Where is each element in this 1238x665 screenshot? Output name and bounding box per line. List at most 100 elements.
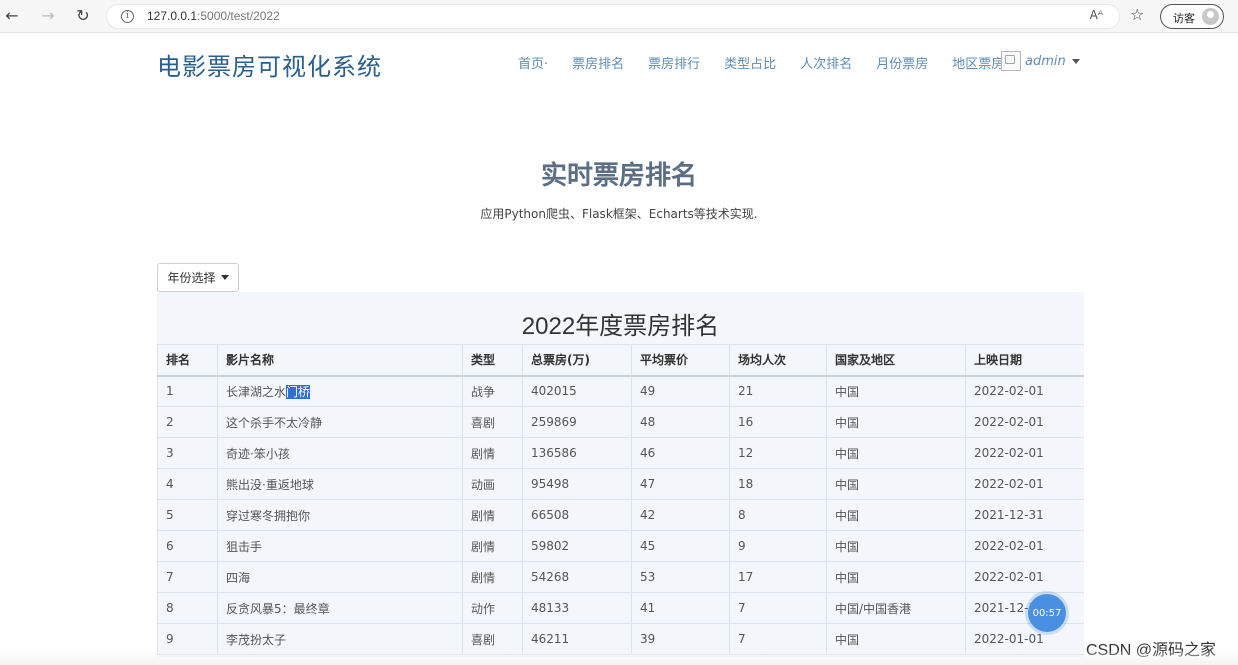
nav-region-box-office[interactable]: 地区票房 xyxy=(952,53,1004,72)
table-cell: 2022-02-01 xyxy=(965,468,1084,500)
url-text: 127.0.0.1:5000/test/2022 xyxy=(147,9,280,23)
table-cell: 46 xyxy=(631,437,730,469)
site-title[interactable]: 电影票房可视化系统 xyxy=(157,47,382,82)
refresh-icon[interactable]: ↻ xyxy=(73,6,93,26)
col-genre-header: 类型 xyxy=(462,344,523,376)
back-arrow-icon[interactable]: ← xyxy=(2,6,22,26)
table-cell: 2022-02-01 xyxy=(965,437,1084,469)
user-name: admin xyxy=(1025,53,1066,69)
table-header-row: 排名 影片名称 类型 总票房(万) 平均票价 场均人次 国家及地区 上映日期 xyxy=(157,344,1084,376)
nav-attendance-rank[interactable]: 人次排名 xyxy=(800,53,852,72)
table-cell: 剧情 xyxy=(462,561,523,593)
table-row: 4 熊出没·重返地球 动画 95498 47 18 中国 2022-02-01 xyxy=(157,468,1084,500)
avatar-icon xyxy=(1202,8,1219,25)
table-cell: 动作 xyxy=(462,592,523,624)
table-cell: 2022-02-01 xyxy=(965,530,1084,562)
table-cell: 12 xyxy=(729,437,827,469)
table-cell: 4 xyxy=(157,468,218,500)
nav-box-office-rank[interactable]: 票房排名 xyxy=(572,53,624,72)
col-avg-attendance-header: 场均人次 xyxy=(729,344,827,376)
col-title-header: 影片名称 xyxy=(217,344,463,376)
table-cell: 2 xyxy=(157,406,218,438)
table-cell: 长津湖之水门桥 xyxy=(217,375,463,407)
nav-genre-share[interactable]: 类型占比 xyxy=(724,53,776,72)
year-select-dropdown[interactable]: 年份选择 xyxy=(157,263,239,292)
caret-down-icon xyxy=(1071,58,1080,64)
table-cell: 17 xyxy=(729,561,827,593)
table-cell: 7 xyxy=(729,592,827,624)
table-cell: 53 xyxy=(631,561,730,593)
ranking-table: 排名 影片名称 类型 总票房(万) 平均票价 场均人次 国家及地区 上映日期 1… xyxy=(157,344,1084,655)
table-cell: 136586 xyxy=(522,437,632,469)
bottom-fade xyxy=(0,650,1238,665)
table-cell: 剧情 xyxy=(462,499,523,531)
table-row: 8 反贪风暴5：最终章 动作 48133 41 7 中国/中国香港 2021-12-3 xyxy=(157,592,1084,624)
table-cell: 2022-02-01 xyxy=(965,406,1084,438)
table-cell: 中国 xyxy=(826,561,966,593)
table-cell: 2022-02-01 xyxy=(965,375,1084,407)
cell-text: 长津湖之水门桥 xyxy=(226,384,311,399)
table-cell: 中国/中国香港 xyxy=(826,592,966,624)
table-cell: 中国 xyxy=(826,530,966,562)
table-cell: 8 xyxy=(729,499,827,531)
guest-profile-button[interactable]: 访客 xyxy=(1160,4,1224,29)
table-row: 3 奇迹·笨小孩 剧情 136586 46 12 中国 2022-02-01 xyxy=(157,437,1084,469)
table-cell: 中国 xyxy=(826,499,966,531)
table-cell: 四海 xyxy=(217,561,463,593)
table-cell: 48133 xyxy=(522,592,632,624)
table-row: 2 这个杀手不太冷静 喜剧 259869 48 16 中国 2022-02-01 xyxy=(157,406,1084,438)
table-cell: 战争 xyxy=(462,375,523,407)
recording-timer[interactable]: 00:57 xyxy=(1028,594,1066,632)
table-cell: 狙击手 xyxy=(217,530,463,562)
ranking-panel: 2022年度票房排名 排名 影片名称 类型 总票房(万) 平均票价 场均人次 国… xyxy=(157,292,1084,657)
table-cell: 3 xyxy=(157,437,218,469)
table-cell: 47 xyxy=(631,468,730,500)
forward-arrow-icon[interactable]: → xyxy=(38,6,58,26)
info-icon[interactable]: i xyxy=(121,10,134,23)
table-cell: 41 xyxy=(631,592,730,624)
table-cell: 反贪风暴5：最终章 xyxy=(217,592,463,624)
broken-image-icon xyxy=(1001,51,1021,71)
table-cell: 喜剧 xyxy=(462,406,523,438)
table-cell: 剧情 xyxy=(462,437,523,469)
caret-down-icon xyxy=(220,275,229,280)
year-select-label: 年份选择 xyxy=(167,271,216,285)
table-cell: 2021-12-3 xyxy=(965,592,1084,624)
table-cell: 54268 xyxy=(522,561,632,593)
col-region-header: 国家及地区 xyxy=(826,344,966,376)
nav-monthly-box-office[interactable]: 月份票房 xyxy=(876,53,928,72)
table-cell: 5 xyxy=(157,499,218,531)
page-subheading: 应用Python爬虫、Flask框架、Echarts等技术实现. xyxy=(480,207,758,221)
main-nav: 首页· 票房排名 票房排行 类型占比 人次排名 月份票房 地区票房 xyxy=(518,53,1028,72)
table-cell: 2022-02-01 xyxy=(965,561,1084,593)
read-aloud-icon[interactable]: Aᴬ xyxy=(1090,8,1103,22)
table-row: 6 狙击手 剧情 59802 45 9 中国 2022-02-01 xyxy=(157,530,1084,562)
col-release-date-header: 上映日期 xyxy=(965,344,1084,376)
table-cell: 奇迹·笨小孩 xyxy=(217,437,463,469)
table-cell: 66508 xyxy=(522,499,632,531)
table-cell: 剧情 xyxy=(462,530,523,562)
table-title: 2022年度票房排名 xyxy=(521,313,720,340)
text-selection: 门桥 xyxy=(286,384,311,399)
table-cell: 259869 xyxy=(522,406,632,438)
table-cell: 动画 xyxy=(462,468,523,500)
table-cell: 6 xyxy=(157,530,218,562)
table-cell: 18 xyxy=(729,468,827,500)
nav-home[interactable]: 首页· xyxy=(518,53,548,72)
table-cell: 中国 xyxy=(826,437,966,469)
col-total-box-office-header: 总票房(万) xyxy=(522,344,632,376)
table-cell: 中国 xyxy=(826,375,966,407)
favorites-star-icon[interactable]: ☆ xyxy=(1130,5,1144,24)
table-cell: 95498 xyxy=(522,468,632,500)
table-row: 5 穿过寒冬拥抱你 剧情 66508 42 8 中国 2021-12-31 xyxy=(157,499,1084,531)
table-row: 7 四海 剧情 54268 53 17 中国 2022-02-01 xyxy=(157,561,1084,593)
address-bar[interactable]: i 127.0.0.1:5000/test/2022 Aᴬ xyxy=(106,4,1120,29)
table-cell: 45 xyxy=(631,530,730,562)
nav-box-office-list[interactable]: 票房排行 xyxy=(648,53,700,72)
table-cell: 1 xyxy=(157,375,218,407)
user-menu[interactable]: admin xyxy=(1001,51,1080,71)
table-cell: 9 xyxy=(729,530,827,562)
browser-toolbar: ← → ↻ i 127.0.0.1:5000/test/2022 Aᴬ ☆ 访客 xyxy=(0,0,1238,33)
table-cell: 59802 xyxy=(522,530,632,562)
table-cell: 7 xyxy=(157,561,218,593)
